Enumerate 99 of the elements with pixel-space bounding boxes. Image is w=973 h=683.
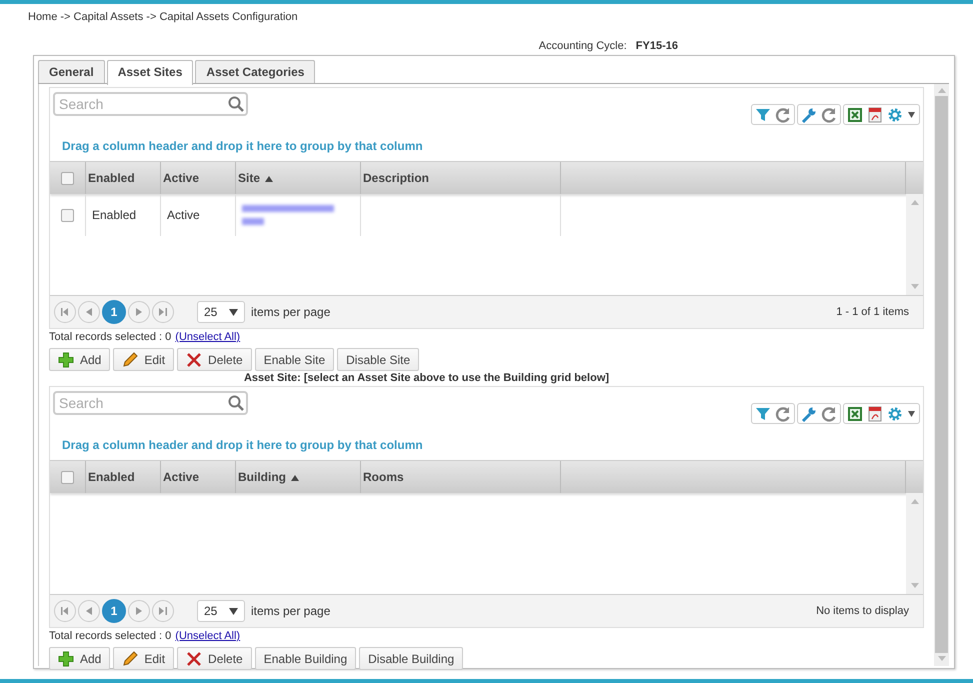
refresh-icon[interactable] — [775, 106, 791, 122]
action-button[interactable]: Disable Building — [359, 647, 464, 670]
action-button[interactable]: Enable Building — [254, 647, 356, 670]
refresh-icon[interactable] — [775, 406, 791, 422]
selection-count: Total records selected : 0 — [49, 331, 172, 344]
edit-button[interactable]: Edit — [113, 348, 174, 371]
caret-icon[interactable] — [907, 110, 916, 118]
scrollbar[interactable] — [906, 493, 923, 594]
last-page-button[interactable] — [152, 600, 174, 622]
search-field[interactable]: Search — [53, 391, 248, 415]
grid-caption: Asset Site: [select an Asset Site above to use the Building grid below] — [242, 372, 610, 386]
last-page-icon — [159, 607, 167, 615]
last-page-button[interactable] — [152, 301, 174, 323]
refresh-icon[interactable] — [821, 106, 837, 122]
table-cell: Enabled — [92, 208, 136, 222]
spreadsheet-icon[interactable] — [847, 106, 863, 122]
wrench-icon[interactable] — [801, 106, 817, 122]
tab[interactable]: General — [38, 60, 105, 83]
refresh-icon[interactable] — [821, 406, 837, 422]
scroll-down-icon[interactable] — [910, 284, 918, 289]
scrollbar[interactable] — [906, 194, 923, 295]
checkbox[interactable] — [61, 172, 74, 184]
scrollbar[interactable] — [934, 84, 949, 666]
spreadsheet-icon[interactable] — [847, 406, 863, 422]
pdf-icon[interactable] — [867, 406, 883, 422]
first-page-button[interactable] — [54, 301, 76, 323]
checkbox[interactable] — [61, 208, 74, 222]
table-cell: Active — [167, 208, 200, 222]
sort-ascending-icon — [291, 474, 299, 480]
caret-icon[interactable] — [907, 410, 916, 418]
pdf-icon[interactable] — [867, 106, 883, 122]
search-icon — [228, 96, 244, 112]
caret-icon — [229, 308, 238, 316]
plus-icon — [58, 352, 74, 368]
column-header[interactable]: Enabled — [88, 171, 135, 185]
delete-button[interactable]: Delete — [177, 647, 252, 670]
column-header[interactable]: Active — [163, 171, 200, 185]
pencil-icon — [122, 352, 138, 368]
page-size-label: items per page — [251, 305, 330, 319]
group-hint: Drag a column header and drop it here to group by that column — [61, 437, 424, 454]
sort-ascending-icon — [265, 176, 274, 182]
next-page-button[interactable] — [128, 600, 150, 622]
checkbox[interactable] — [61, 470, 74, 484]
search-icon — [228, 395, 244, 411]
search-field[interactable]: Search — [53, 92, 248, 116]
last-page-icon — [159, 308, 167, 316]
right-triangle-icon — [136, 607, 142, 615]
gear-icon[interactable] — [887, 106, 903, 122]
previous-page-button[interactable] — [78, 600, 100, 622]
page-size-dropdown[interactable]: 25 — [197, 301, 245, 323]
selection-count: Total records selected : 0 — [49, 630, 172, 643]
left-triangle-icon — [86, 308, 92, 316]
accounting-cycle-label: Accounting Cycle: — [538, 40, 627, 54]
column-header[interactable]: Site — [238, 171, 274, 185]
page-button[interactable]: 1 — [102, 599, 126, 623]
delete-button[interactable]: Delete — [177, 348, 252, 371]
pencil-icon — [122, 650, 138, 666]
unselect-all-link[interactable]: (Unselect All) — [175, 630, 240, 643]
right-triangle-icon — [136, 308, 142, 316]
cross-icon — [186, 650, 202, 666]
column-header[interactable]: Building — [238, 470, 299, 484]
cross-icon — [186, 352, 202, 368]
unselect-all-link[interactable]: (Unselect All) — [175, 331, 240, 344]
column-header[interactable]: Rooms — [363, 470, 404, 484]
pager-info: No items to display — [816, 605, 909, 617]
edit-button[interactable]: Edit — [113, 647, 174, 670]
add-button[interactable]: Add — [49, 348, 110, 371]
action-button[interactable]: Enable Site — [254, 348, 334, 371]
next-page-button[interactable] — [128, 301, 150, 323]
add-button[interactable]: Add — [49, 647, 110, 670]
first-page-icon — [61, 308, 69, 316]
plus-icon — [58, 650, 74, 666]
page-button[interactable]: 1 — [102, 300, 126, 324]
scroll-up-icon[interactable] — [910, 200, 918, 205]
scroll-up-icon[interactable] — [910, 499, 918, 504]
first-page-button[interactable] — [54, 600, 76, 622]
breadcrumb: Home -> Capital Assets -> Capital Assets Configuration — [27, 10, 299, 25]
previous-page-button[interactable] — [78, 301, 100, 323]
filter-icon[interactable] — [755, 406, 771, 422]
group-hint: Drag a column header and drop it here to group by that column — [61, 138, 424, 155]
column-header[interactable]: Enabled — [88, 470, 135, 484]
column-header[interactable]: Description — [363, 171, 430, 185]
first-page-icon — [61, 607, 69, 615]
left-triangle-icon — [86, 607, 92, 615]
caret-icon — [229, 608, 238, 614]
action-button[interactable]: Disable Site — [337, 348, 420, 371]
wrench-icon[interactable] — [801, 406, 817, 422]
filter-icon[interactable] — [755, 106, 771, 122]
tab[interactable]: Asset Categories — [195, 60, 316, 83]
column-header[interactable]: Active — [163, 470, 200, 484]
scroll-up-icon[interactable] — [938, 88, 946, 93]
accounting-cycle-value: FY15-16 — [636, 40, 678, 54]
page-size-dropdown[interactable]: 25 — [197, 600, 245, 622]
pager-info: 1 - 1 of 1 items — [836, 306, 909, 318]
page-size-label: items per page — [251, 604, 330, 618]
gear-icon[interactable] — [887, 406, 903, 422]
scroll-down-icon[interactable] — [938, 656, 946, 661]
scroll-down-icon[interactable] — [910, 583, 918, 588]
tab[interactable]: Asset Sites — [106, 60, 194, 85]
